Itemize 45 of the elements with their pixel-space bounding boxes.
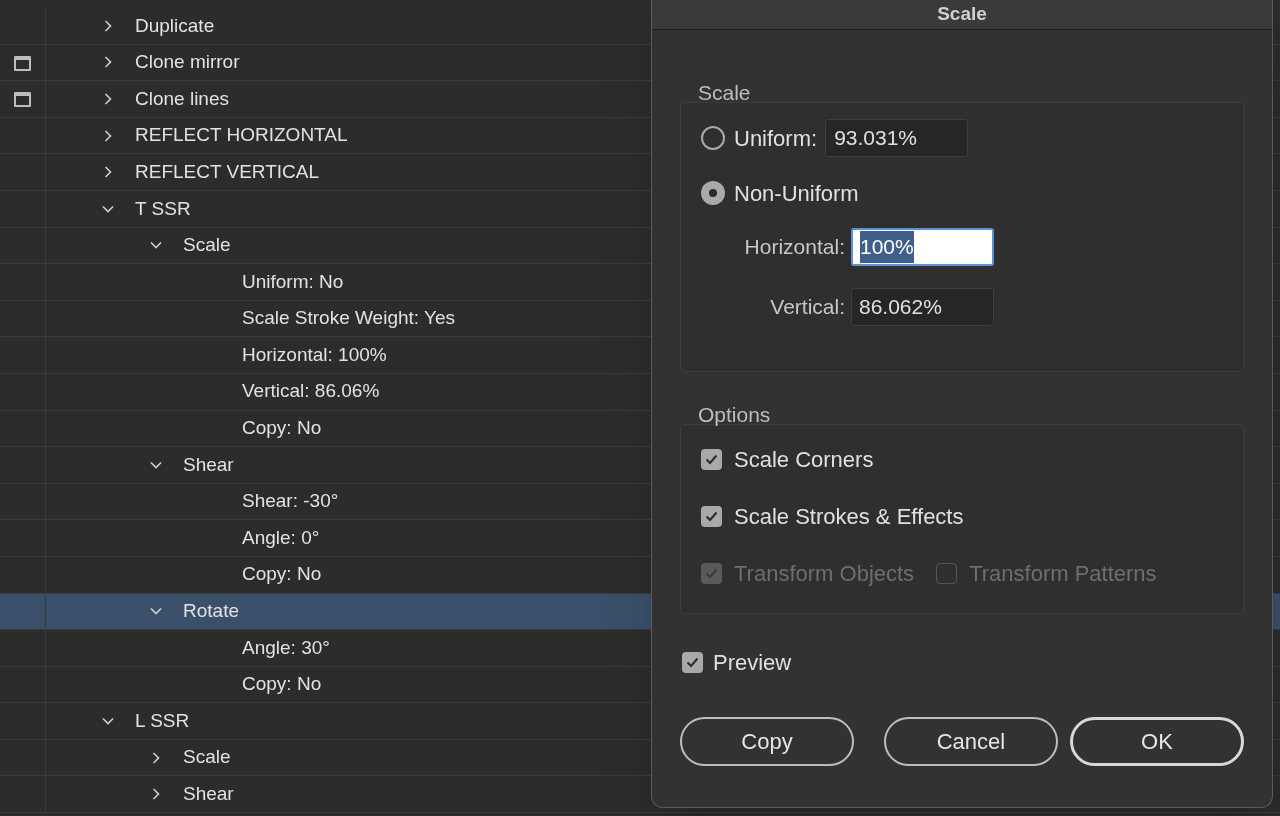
tree-item-label: Copy: No (242, 416, 322, 441)
tree-item-label: Uniform: No (242, 269, 344, 294)
checkmark-icon (704, 566, 719, 581)
tree-item-label: Clone lines (135, 86, 229, 111)
group-label: Scale (698, 80, 751, 106)
number-input[interactable]: 100% (851, 228, 994, 266)
radio-label: Uniform: (734, 124, 818, 153)
tree-item-label: Clone mirror (135, 50, 240, 75)
uniform-input[interactable]: 93.031% (825, 119, 969, 157)
number-input[interactable]: 86.062% (851, 288, 994, 326)
checkbox[interactable] (701, 506, 722, 527)
tree-item-label: T SSR (135, 196, 191, 221)
dialog-button[interactable]: Cancel (884, 717, 1058, 766)
checkbox[interactable] (682, 652, 703, 673)
field-label: Horizontal: (743, 234, 846, 261)
checkbox-label: Transform Objects (734, 560, 915, 588)
tree-item-label: L SSR (135, 708, 190, 733)
tree-item-label: Copy: No (242, 672, 322, 697)
checkmark-icon (704, 509, 719, 524)
checkmark-icon (704, 452, 719, 467)
checkbox[interactable] (701, 449, 722, 470)
tree-item-label: Copy: No (242, 562, 322, 587)
checkbox-label: Transform Patterns (969, 560, 1157, 588)
tree-item-label: Duplicate (135, 13, 215, 38)
dialog-toggle-icon[interactable] (14, 55, 31, 71)
dialog-toggle-icon[interactable] (14, 92, 31, 108)
radio-button[interactable] (701, 126, 725, 150)
tree-item-label: Horizontal: 100% (242, 342, 387, 367)
radio-button[interactable] (701, 181, 725, 205)
tree-item-label: Angle: 0° (242, 525, 320, 550)
checkbox-label: Scale Corners (734, 446, 874, 474)
tree-item-label: REFLECT HORIZONTAL (135, 123, 348, 148)
tree-item-label: Shear (183, 452, 234, 477)
tree-item-label: Rotate (183, 599, 239, 624)
tree-item-label: Angle: 30° (242, 635, 330, 660)
checkmark-icon (685, 655, 700, 670)
tree-item-label: Shear: -30° (242, 489, 339, 514)
dialog-button[interactable]: Copy (680, 717, 854, 766)
dialog-button[interactable]: OK (1069, 717, 1244, 766)
tree-item-label: Scale Stroke Weight: Yes (242, 306, 455, 331)
tree-item-label: Scale (183, 745, 231, 770)
tree-item-label: REFLECT VERTICAL (135, 159, 320, 184)
tree-item-label: Vertical: 86.06% (242, 379, 380, 404)
tree-item-label: Scale (183, 233, 231, 258)
tree-item-label: Shear (183, 782, 234, 806)
